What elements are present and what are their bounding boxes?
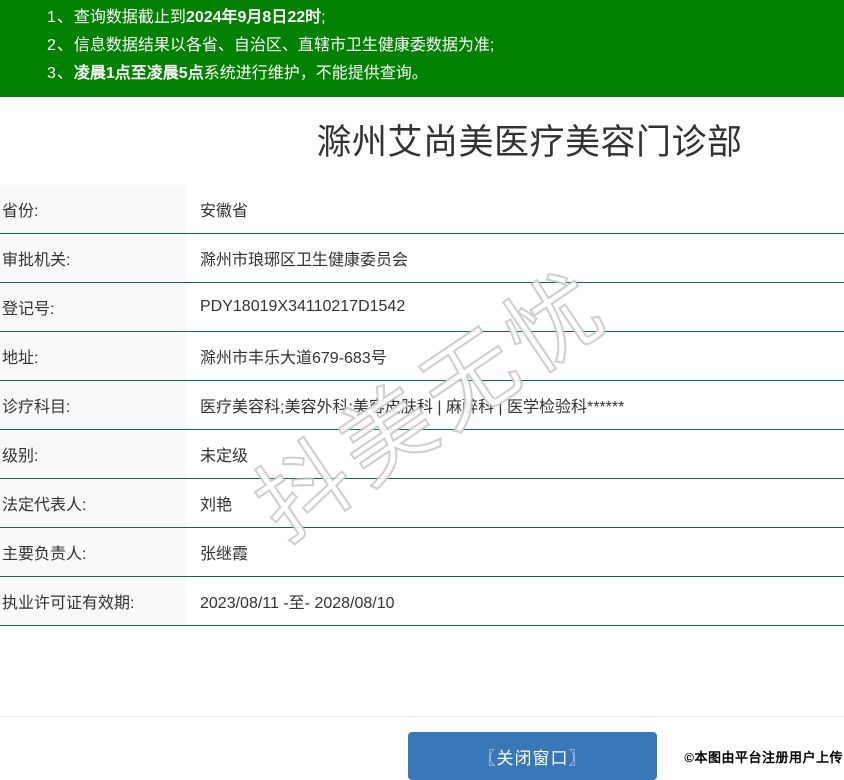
table-row-province: 省份: 安徽省 — [0, 185, 844, 234]
notice-number: 3、 — [47, 65, 74, 82]
table-row-level: 级别: 未定级 — [0, 430, 844, 479]
row-label: 法定代表人: — [0, 479, 186, 527]
notice-text-bold: 2024年9月8日22时 — [185, 9, 322, 26]
row-value: 滁州市琅琊区卫生健康委员会 — [186, 234, 844, 282]
row-label: 登记号: — [0, 283, 186, 331]
close-window-button[interactable]: 〖关闭窗口〗 — [408, 732, 657, 780]
notice-text: 系统进行维护，不能提供查询。 — [203, 65, 428, 82]
notice-text: ; — [321, 9, 326, 26]
notice-text: 信息数据结果以各省、自治区、直辖市卫生健康委数据为准; — [73, 37, 495, 54]
notice-line-1: 1、查询数据截止到2024年9月8日22时; — [0, 4, 834, 32]
row-value: 张继霞 — [186, 528, 844, 576]
table-row-approval-authority: 审批机关: 滁州市琅琊区卫生健康委员会 — [0, 234, 844, 283]
row-value: 未定级 — [186, 430, 844, 478]
row-label: 诊疗科目: — [0, 381, 186, 429]
table-row-person-in-charge: 主要负责人: 张继霞 — [0, 528, 844, 577]
footer: 〖关闭窗口〗 ©本图由平台注册用户上传 — [0, 716, 844, 780]
notice-line-3: 3、凌晨1点至凌晨5点系统进行维护，不能提供查询。 — [0, 60, 834, 88]
row-label: 级别: — [0, 430, 186, 478]
copyright-watermark: ©本图由平台注册用户上传 — [684, 750, 843, 765]
table-row-address: 地址: 滁州市丰乐大道679-683号 — [0, 332, 844, 381]
table-row-medical-subjects: 诊疗科目: 医疗美容科;美容外科;美容皮肤科 | 麻醉科 | 医学检验科****… — [0, 381, 844, 430]
page-title: 滁州艾尚美医疗美容门诊部 — [316, 123, 743, 162]
table-row-registration-number: 登记号: PDY18019X34110217D1542 — [0, 283, 844, 332]
row-value: 滁州市丰乐大道679-683号 — [186, 332, 844, 380]
row-value: 刘艳 — [186, 479, 844, 527]
notice-text-bold: 凌晨1点至凌晨5点 — [73, 65, 204, 82]
notice-banner: 1、查询数据截止到2024年9月8日22时; 2、信息数据结果以各省、自治区、直… — [0, 0, 844, 97]
table-row-license-validity: 执业许可证有效期: 2023/08/11 -至- 2028/08/10 — [0, 577, 844, 626]
row-label: 审批机关: — [0, 234, 186, 282]
row-label: 省份: — [0, 185, 186, 233]
row-value: PDY18019X34110217D1542 — [186, 283, 844, 331]
notice-number: 1、 — [47, 9, 74, 26]
row-label: 地址: — [0, 332, 186, 380]
row-value: 安徽省 — [186, 185, 844, 233]
info-table: 省份: 安徽省 审批机关: 滁州市琅琊区卫生健康委员会 登记号: PDY1801… — [0, 185, 844, 626]
row-label: 主要负责人: — [0, 528, 186, 576]
row-value: 医疗美容科;美容外科;美容皮肤科 | 麻醉科 | 医学检验科****** — [186, 381, 844, 429]
notice-text: 查询数据截止到 — [73, 9, 186, 26]
table-row-legal-representative: 法定代表人: 刘艳 — [0, 479, 844, 528]
row-value: 2023/08/11 -至- 2028/08/10 — [186, 577, 844, 625]
row-label: 执业许可证有效期: — [0, 577, 186, 625]
notice-line-2: 2、信息数据结果以各省、自治区、直辖市卫生健康委数据为准; — [0, 32, 834, 60]
notice-number: 2、 — [47, 37, 74, 54]
